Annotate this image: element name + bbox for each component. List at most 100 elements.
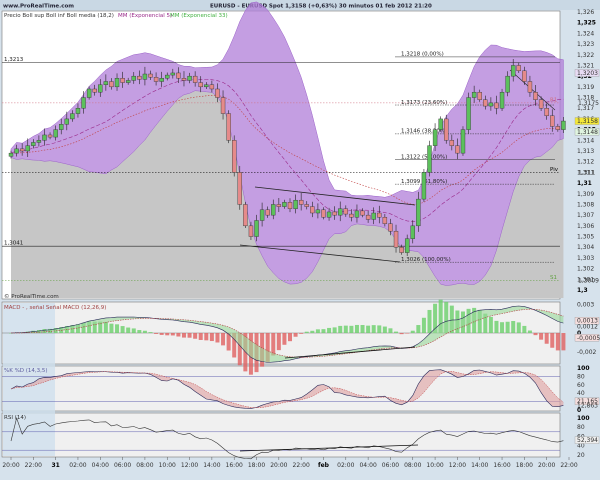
macd-histogram-bar [354, 324, 359, 333]
time-axis-tick: 06:00 [382, 462, 399, 469]
macd-histogram-bar [148, 332, 153, 333]
candle [365, 214, 371, 220]
time-axis-tick: 16:00 [226, 462, 243, 469]
macd-histogram-bar [516, 322, 521, 333]
pivot-tag: R1 [550, 97, 557, 103]
stochastic-axis-tick: 60 [577, 382, 585, 389]
time-axis-tick: feb [318, 462, 330, 469]
price-axis-tick: 1,323 [577, 41, 594, 48]
macd-value-label: 0,0012 [577, 324, 598, 331]
candle [371, 212, 376, 220]
trading-chart: www.ProRealTime.com EURUSD - EURUSD Spot… [0, 0, 600, 480]
candle [332, 211, 337, 216]
time-axis-tick: 22:00 [25, 462, 42, 469]
legend-stochastic: %K %D (14,3,5) [4, 368, 48, 374]
macd-histogram-bar [126, 327, 131, 333]
macd-axis-tick: 0,003 [577, 302, 594, 309]
candle [550, 115, 555, 127]
macd-histogram-bar [494, 320, 499, 333]
candle [19, 148, 25, 152]
candle [444, 118, 449, 141]
candle [137, 75, 142, 80]
candle [432, 129, 438, 146]
macd-histogram-bar [377, 325, 382, 333]
candle [315, 209, 321, 214]
candle [181, 78, 187, 81]
rsi-value-label: 52,394 [577, 437, 598, 444]
pivot-tag: Piv [550, 167, 559, 173]
candle [271, 204, 276, 216]
macd-histogram-bar [505, 321, 510, 333]
macd-histogram-bar [193, 333, 198, 339]
pivot-tag: S1 [550, 275, 557, 281]
stochastic-axis-tick: 80 [577, 373, 585, 380]
price-axis-tick: 1,321 [577, 62, 594, 69]
price-axis-tick: 1,317 [577, 105, 594, 112]
macd-histogram-bar [327, 327, 332, 333]
macd-histogram-bar [271, 333, 276, 356]
candle [282, 202, 287, 207]
candle [511, 65, 516, 77]
macd-histogram-bar [343, 325, 348, 333]
price-axis-tick: 1,301 [577, 276, 594, 283]
macd-histogram-bar [282, 333, 287, 345]
candle [516, 65, 521, 72]
time-axis-tick: 20:00 [538, 462, 555, 469]
macd-histogram-bar [544, 333, 549, 344]
macd-histogram-bar [527, 330, 532, 333]
rsi-axis-tick: 100 [577, 415, 590, 422]
price-axis-tick: 1,319 [577, 84, 594, 91]
candle [488, 102, 494, 107]
band-value-label: 1,3203 [577, 70, 598, 77]
candle [159, 78, 164, 82]
candle [555, 126, 561, 130]
site-name[interactable]: www.ProRealTime.com [3, 4, 74, 10]
candle [421, 172, 427, 200]
time-axis-tick: 18:00 [248, 462, 265, 469]
macd-histogram-bar [416, 325, 421, 333]
candle [237, 172, 242, 205]
price-axis-tick: 1,318 [577, 95, 594, 102]
candle [36, 140, 42, 143]
candle [505, 75, 510, 93]
macd-histogram-bar [137, 330, 142, 333]
candle [25, 145, 30, 152]
macd-histogram-bar [181, 333, 186, 338]
macd-histogram-bar [539, 333, 544, 340]
candle [64, 118, 70, 125]
macd-axis-tick: -0,002 [577, 349, 597, 356]
macd-histogram-bar [288, 333, 292, 342]
candle [215, 88, 220, 98]
macd-histogram-bar [221, 333, 226, 346]
price-axis-tick: 1,313 [577, 148, 594, 155]
macd-histogram-bar [315, 329, 320, 333]
price-axis-tick: 1,31 [577, 180, 592, 187]
macd-histogram-bar [109, 323, 114, 333]
candle [209, 84, 215, 90]
price-axis-tick: 1,324 [577, 30, 594, 37]
candle [59, 124, 64, 130]
macd-histogram-bar [276, 333, 281, 351]
candle [165, 74, 170, 79]
macd-histogram-bar [388, 328, 393, 333]
macd-histogram-bar [405, 333, 410, 334]
candle [131, 75, 136, 81]
candle [471, 91, 477, 98]
candle [522, 70, 527, 82]
candle [254, 220, 259, 237]
macd-histogram-bar [176, 333, 181, 337]
macd-histogram-bar [533, 333, 538, 336]
candle [142, 73, 148, 80]
time-axis-tick: 04:00 [359, 462, 376, 469]
time-axis-tick: 20:00 [270, 462, 287, 469]
time-axis-tick: 14:00 [471, 462, 488, 469]
macd-histogram-bar [366, 325, 371, 333]
candle [153, 77, 159, 82]
candle [382, 217, 388, 224]
macd-histogram-bar [561, 333, 566, 351]
candle [198, 82, 203, 88]
time-axis-tick: 22:00 [560, 462, 577, 469]
macd-histogram-bar [332, 327, 337, 333]
macd-histogram-bar [120, 326, 125, 333]
candle [287, 202, 293, 209]
